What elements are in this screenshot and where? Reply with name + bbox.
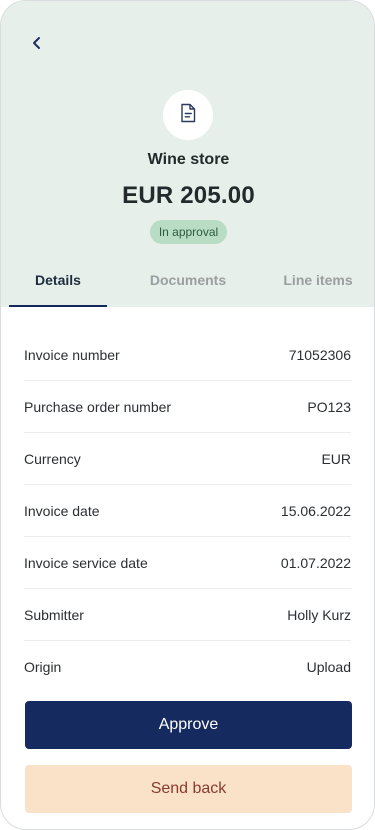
detail-row: Invoice number 71052306 — [24, 329, 351, 381]
detail-row: Invoice date 15.06.2022 — [24, 485, 351, 537]
detail-value: Holly Kurz — [287, 606, 351, 623]
detail-label: Invoice date — [24, 502, 100, 519]
document-icon — [179, 103, 197, 128]
detail-label: Invoice number — [24, 346, 120, 363]
tab-details[interactable]: Details — [9, 259, 107, 307]
detail-value: PO123 — [307, 398, 351, 415]
detail-label: Origin — [24, 659, 62, 675]
tab-bar: Details Documents Line items — [1, 259, 374, 307]
invoice-header: Wine store EUR 205.00 In approval Detail… — [1, 1, 374, 307]
detail-row: Invoice service date 01.07.2022 — [24, 537, 351, 589]
chevron-left-icon — [31, 36, 43, 55]
back-button[interactable] — [25, 33, 49, 57]
detail-row: Purchase order number PO123 — [24, 381, 351, 433]
detail-label: Currency — [24, 450, 81, 467]
detail-label: Submitter — [24, 606, 84, 623]
detail-row: Origin Upload — [24, 641, 351, 693]
status-badge-container: In approval — [1, 220, 374, 244]
invoice-detail-screen: Wine store EUR 205.00 In approval Detail… — [0, 0, 375, 830]
send-back-button[interactable]: Send back — [25, 765, 352, 813]
detail-value: 01.07.2022 — [280, 554, 351, 571]
vendor-name: Wine store — [147, 151, 230, 168]
detail-value: 71052306 — [288, 346, 351, 363]
detail-value: EUR — [321, 450, 351, 467]
detail-row: Submitter Holly Kurz — [24, 589, 351, 641]
active-tab-indicator — [9, 305, 107, 307]
detail-label: Invoice service date — [24, 554, 148, 571]
detail-row: Currency EUR — [24, 433, 351, 485]
invoice-details-list: Invoice number 71052306 Purchase order n… — [24, 329, 351, 693]
detail-value: Upload — [306, 659, 351, 675]
approve-button[interactable]: Approve — [25, 701, 352, 749]
invoice-amount: EUR 205.00 — [122, 182, 255, 209]
tab-documents[interactable]: Documents — [125, 259, 251, 307]
tab-line-items[interactable]: Line items — [263, 259, 373, 307]
status-badge: In approval — [149, 220, 228, 244]
detail-value: 15.06.2022 — [280, 502, 351, 519]
vendor-avatar — [163, 90, 213, 140]
detail-label: Purchase order number — [24, 398, 172, 415]
